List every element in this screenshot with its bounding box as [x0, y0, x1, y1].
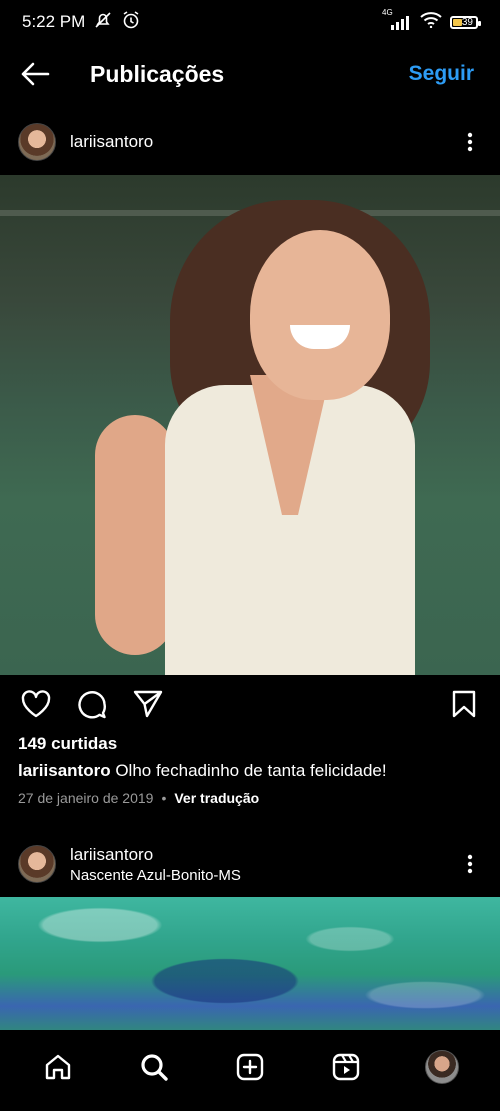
reels-icon[interactable] — [324, 1045, 368, 1089]
status-time: 5:22 PM — [22, 12, 86, 31]
likes-count[interactable]: 149 curtidas — [18, 734, 117, 754]
battery-level: 39 — [461, 16, 473, 28]
see-translation-link[interactable]: Ver tradução — [174, 790, 259, 806]
post-date: 27 de janeiro de 2019 — [18, 790, 154, 806]
caption-text: Olho fechadinho de tanta felicidade! — [110, 761, 387, 780]
post-photo[interactable] — [0, 897, 500, 1037]
post-actions — [0, 682, 500, 726]
home-icon[interactable] — [36, 1045, 80, 1089]
profile-nav-item[interactable] — [420, 1045, 464, 1089]
post-username[interactable]: lariisantoro — [70, 845, 458, 865]
like-heart-icon[interactable] — [18, 686, 54, 722]
separator: • — [161, 790, 167, 806]
bookmark-icon[interactable] — [446, 686, 482, 722]
share-send-icon[interactable] — [130, 686, 166, 722]
mute-icon — [93, 11, 113, 34]
search-icon[interactable] — [132, 1045, 176, 1089]
post-meta: 27 de janeiro de 2019 • Ver tradução — [18, 790, 259, 806]
post-header: lariisantoro — [0, 118, 500, 166]
caption-username[interactable]: lariisantoro — [18, 761, 111, 780]
back-arrow-icon[interactable] — [18, 57, 52, 91]
page-title: Publicações — [90, 60, 225, 87]
status-bar: 5:22 PM 4G 39 — [0, 0, 500, 44]
follow-button[interactable]: Seguir — [409, 62, 482, 86]
more-options-icon[interactable] — [458, 852, 482, 876]
profile-avatar[interactable] — [425, 1049, 459, 1084]
bottom-navigation — [0, 1030, 500, 1111]
top-app-bar: Publicações Seguir — [0, 44, 500, 104]
signal-icon: 4G — [382, 8, 412, 30]
add-post-icon[interactable] — [228, 1045, 272, 1089]
more-options-icon[interactable] — [458, 130, 482, 154]
instagram-posts-screen: 5:22 PM 4G 39 Publicações Seguir lariisa… — [0, 0, 500, 1111]
post-caption: lariisantoro Olho fechadinho de tanta fe… — [18, 761, 488, 781]
avatar[interactable] — [18, 845, 56, 883]
post-header: lariisantoro Nascente Azul-Bonito-MS — [0, 839, 500, 889]
wifi-icon — [420, 11, 442, 33]
alarm-icon — [121, 10, 141, 35]
post-username[interactable]: lariisantoro — [70, 132, 458, 152]
post-photo[interactable] — [0, 175, 500, 675]
post-location[interactable]: Nascente Azul-Bonito-MS — [70, 867, 458, 884]
comment-icon[interactable] — [74, 686, 110, 722]
network-label: 4G — [382, 8, 393, 17]
battery-icon: 39 — [450, 15, 481, 29]
avatar[interactable] — [18, 123, 56, 161]
